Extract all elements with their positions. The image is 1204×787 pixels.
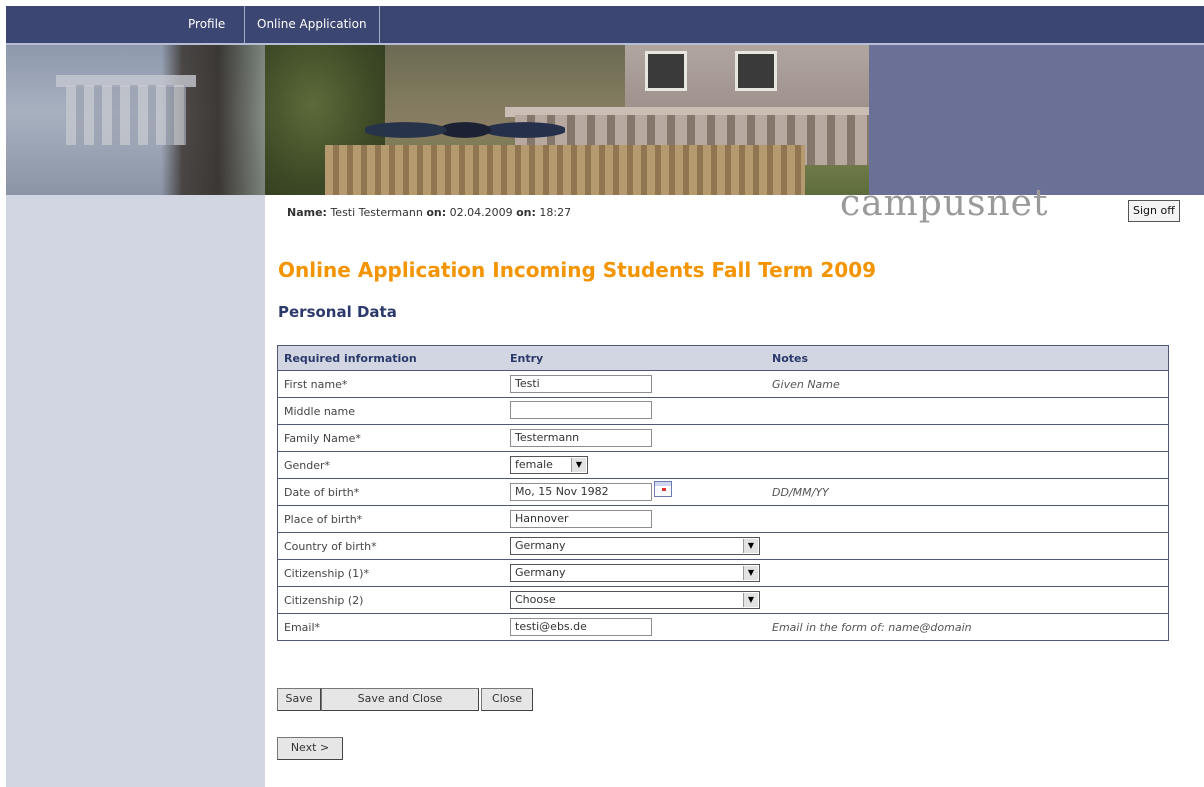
place-of-birth-input[interactable]: Hannover [510, 510, 652, 528]
user-name: Testi Testermann [330, 206, 423, 219]
banner-image-left [6, 45, 265, 195]
field-label: Family Name* [277, 424, 504, 452]
calendar-icon[interactable] [654, 481, 672, 497]
field-note [766, 451, 1169, 479]
table-header-row: Required information Entry Notes [277, 345, 1169, 371]
table-row: Email* testi@ebs.de Email in the form of… [277, 613, 1169, 641]
save-button[interactable]: Save [277, 688, 321, 711]
field-note [766, 532, 1169, 560]
banner-balustrade [66, 85, 186, 145]
top-navigation: Profile Online Application [6, 6, 1204, 43]
login-date: 02.04.2009 [449, 206, 513, 219]
name-label: Name: [287, 206, 327, 219]
column-header: Notes [766, 345, 1169, 371]
field-label: First name* [277, 370, 504, 398]
field-label: Citizenship (2) [277, 586, 504, 614]
citizenship-2-value: Choose [515, 593, 556, 606]
country-of-birth-value: Germany [515, 539, 566, 552]
column-header: Required information [277, 345, 504, 371]
field-label: Gender* [277, 451, 504, 479]
field-note [766, 397, 1169, 425]
field-label: Middle name [277, 397, 504, 425]
table-row: Citizenship (1)* Germany ▼ [277, 559, 1169, 587]
section-title: Personal Data [278, 303, 397, 321]
family-name-input[interactable]: Testermann [510, 429, 652, 447]
citizenship-2-select[interactable]: Choose ▼ [510, 591, 760, 609]
field-label: Email* [277, 613, 504, 641]
field-note [766, 424, 1169, 452]
table-row: Date of birth* Mo, 15 Nov 1982 DD/MM/YY [277, 478, 1169, 506]
table-row: First name* Testi Given Name [277, 370, 1169, 398]
field-note [766, 559, 1169, 587]
banner-right-panel [869, 45, 1204, 195]
middle-name-input[interactable] [510, 400, 652, 419]
citizenship-1-value: Germany [515, 566, 566, 579]
banner-table [325, 145, 805, 195]
banner-window [735, 51, 777, 91]
field-label: Citizenship (1)* [277, 559, 504, 587]
field-note [766, 586, 1169, 614]
country-of-birth-select[interactable]: Germany ▼ [510, 537, 760, 555]
personal-data-table: Required information Entry Notes First n… [277, 345, 1169, 641]
page-title: Online Application Incoming Students Fal… [278, 258, 877, 282]
table-row: Place of birth* Hannover [277, 505, 1169, 533]
email-input[interactable]: testi@ebs.de [510, 618, 652, 636]
tab-online-application[interactable]: Online Application [244, 6, 380, 43]
first-name-input[interactable]: Testi [510, 375, 652, 393]
table-row: Country of birth* Germany ▼ [277, 532, 1169, 560]
on-label: on: [426, 206, 447, 219]
field-note: DD/MM/YY [766, 478, 1169, 506]
banner-photo [265, 45, 869, 195]
banner-window [645, 51, 687, 91]
user-info-line: Name: Testi Testermann on: 02.04.2009 on… [287, 206, 571, 219]
gender-select[interactable]: female ▼ [510, 456, 588, 474]
table-row: Middle name [277, 397, 1169, 425]
dropdown-arrow-icon[interactable]: ▼ [571, 458, 586, 472]
sign-off-button[interactable]: Sign off [1128, 200, 1180, 222]
dropdown-arrow-icon[interactable]: ▼ [743, 539, 758, 553]
next-button[interactable]: Next > [277, 737, 343, 760]
login-time: 18:27 [539, 206, 572, 219]
date-of-birth-input[interactable]: Mo, 15 Nov 1982 [510, 483, 652, 501]
gender-select-value: female [515, 458, 553, 471]
field-note: Email in the form of: name@domain [766, 613, 1169, 641]
field-label: Country of birth* [277, 532, 504, 560]
column-header: Entry [504, 345, 766, 371]
campusnet-logo: campusnet [840, 183, 1049, 224]
field-note [766, 505, 1169, 533]
table-row: Gender* female ▼ [277, 451, 1169, 479]
field-note: Given Name [766, 370, 1169, 398]
table-row: Citizenship (2) Choose ▼ [277, 586, 1169, 614]
table-row: Family Name* Testermann [277, 424, 1169, 452]
close-button[interactable]: Close [481, 688, 533, 711]
save-and-close-button[interactable]: Save and Close [321, 688, 479, 711]
citizenship-1-select[interactable]: Germany ▼ [510, 564, 760, 582]
dropdown-arrow-icon[interactable]: ▼ [743, 593, 758, 607]
on-label: on: [516, 206, 536, 219]
dropdown-arrow-icon[interactable]: ▼ [743, 566, 758, 580]
field-label: Place of birth* [277, 505, 504, 533]
sidebar [6, 195, 265, 787]
tab-profile[interactable]: Profile [176, 6, 237, 43]
field-label: Date of birth* [277, 478, 504, 506]
